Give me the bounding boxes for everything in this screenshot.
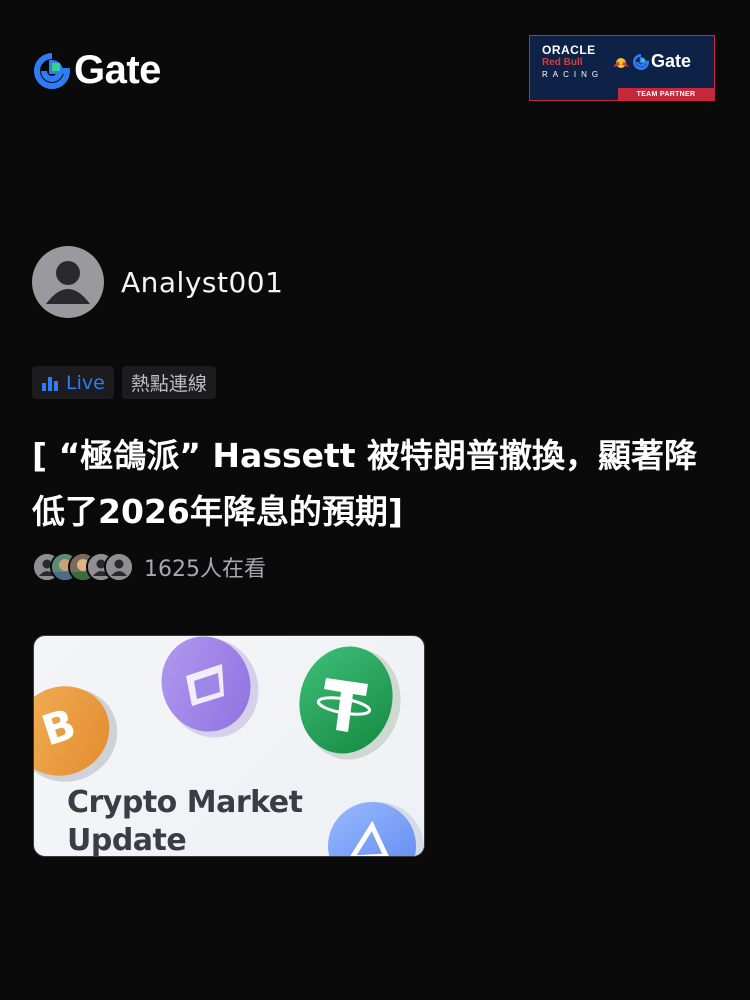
gate-mini-icon	[633, 53, 649, 70]
card-title-line2: Update	[67, 823, 187, 857]
viewers-row: 1625人在看	[32, 551, 266, 583]
bar-chart-icon	[42, 376, 58, 391]
user-avatar-icon[interactable]	[32, 246, 104, 318]
ethereum-coin-icon	[161, 636, 259, 738]
author-row[interactable]: Analyst001	[32, 246, 283, 318]
tether-coin-icon	[299, 646, 401, 760]
partner-gate-logo: Gate	[633, 51, 691, 72]
tag-row: Live 熱點連線	[32, 366, 216, 399]
live-label: Live	[66, 371, 105, 394]
card-title: Crypto Market Update	[67, 784, 303, 857]
gate-logo-icon	[34, 52, 70, 89]
card-title-line1: Crypto Market	[67, 785, 303, 820]
gate-logo[interactable]: Gate	[34, 48, 161, 93]
blue-coin-icon	[328, 802, 424, 856]
oracle-text: ORACLE	[542, 43, 596, 57]
team-partner-caption: TEAM PARTNER	[618, 88, 714, 100]
partner-gate-text: Gate	[651, 51, 692, 71]
live-tag[interactable]: Live	[32, 366, 114, 399]
red-bull-logo-icon	[613, 58, 629, 68]
crypto-market-card[interactable]: B Crypto Market Update	[33, 635, 425, 857]
viewer-count: 1625人在看	[144, 557, 266, 582]
post-headline: [ “極鴿派” Hassett 被特朗普撤換，顯著降低了2026年降息的預期]	[32, 436, 698, 531]
topic-tag[interactable]: 熱點連線	[121, 366, 216, 399]
bitcoin-coin-icon: B	[34, 686, 118, 782]
racing-text: RACING	[542, 70, 604, 79]
red-bull-text: Red Bull	[542, 57, 583, 68]
brand-name: Gate	[74, 48, 161, 92]
viewer-avatar	[104, 552, 134, 582]
viewer-avatar-stack	[32, 552, 134, 582]
author-name[interactable]: Analyst001	[121, 266, 283, 299]
partner-badge[interactable]: ORACLE Red Bull RACING Gate TEAM PARTNER	[529, 35, 715, 101]
